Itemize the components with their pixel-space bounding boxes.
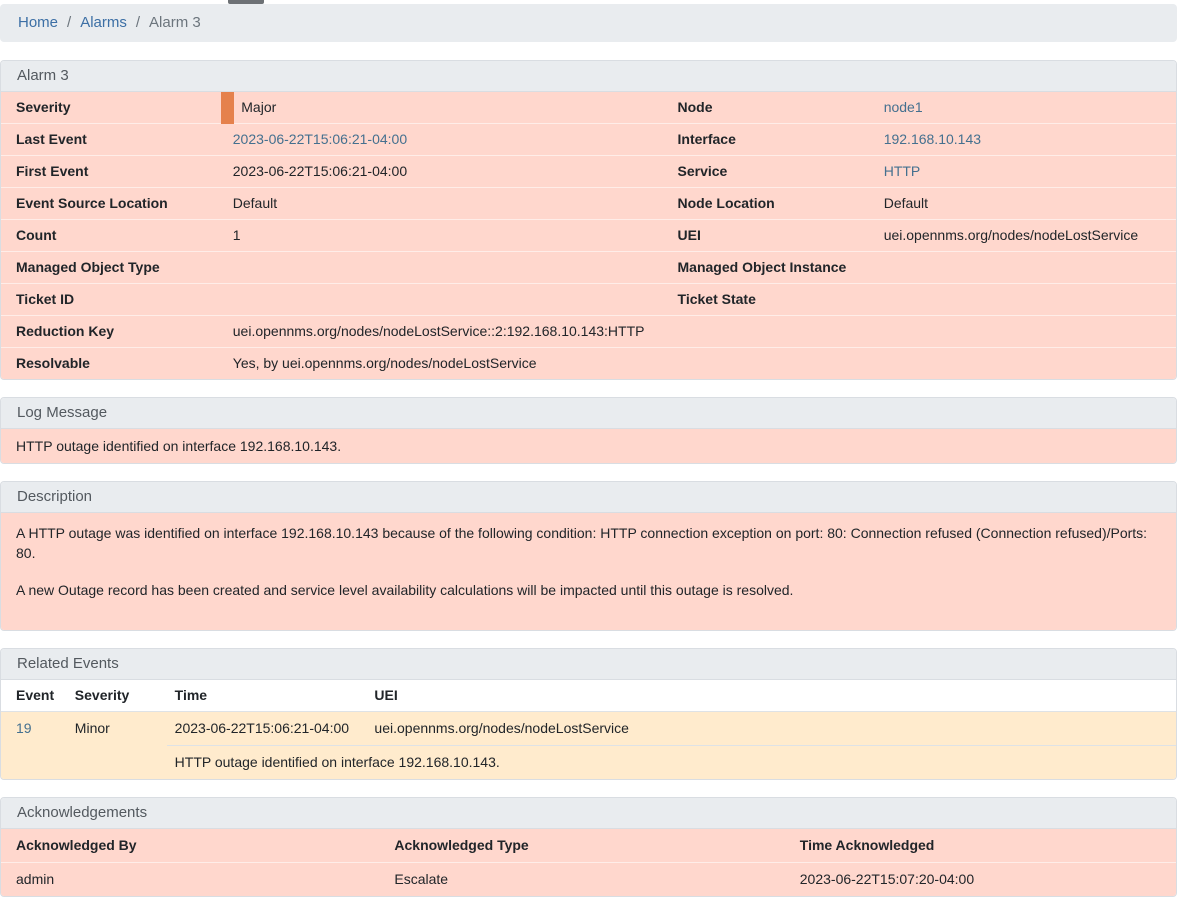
- breadcrumb-separator: /: [127, 13, 149, 33]
- table-row: Reduction Key uei.opennms.org/nodes/node…: [1, 316, 1176, 348]
- reduction-key-value: uei.opennms.org/nodes/nodeLostService::2…: [228, 316, 1176, 348]
- severity-column-header: Severity: [67, 680, 167, 712]
- table-row: Count 1 UEI uei.opennms.org/nodes/nodeLo…: [1, 220, 1176, 252]
- table-row: Severity Major Node node1: [1, 92, 1176, 124]
- node-link[interactable]: node1: [884, 99, 923, 115]
- managed-object-instance-value: [879, 252, 1176, 284]
- first-event-label: First Event: [1, 156, 228, 188]
- breadcrumb-home-link[interactable]: Home: [18, 13, 58, 33]
- breadcrumb-current: Alarm 3: [149, 13, 201, 33]
- table-row: First Event 2023-06-22T15:06:21-04:00 Se…: [1, 156, 1176, 188]
- time-acknowledged-column-header: Time Acknowledged: [792, 829, 1176, 863]
- node-label: Node: [663, 92, 879, 124]
- event-column-header: Event: [1, 680, 67, 712]
- count-value: 1: [228, 220, 663, 252]
- node-location-value: Default: [879, 188, 1176, 220]
- table-row: Managed Object Type Managed Object Insta…: [1, 252, 1176, 284]
- acknowledgements-table: Acknowledged By Acknowledged Type Time A…: [1, 829, 1176, 896]
- time-column-header: Time: [167, 680, 367, 712]
- interface-label: Interface: [663, 124, 879, 156]
- description-panel-title: Description: [1, 482, 1176, 513]
- resolvable-label: Resolvable: [1, 348, 228, 380]
- ticket-state-label: Ticket State: [663, 284, 879, 316]
- empty-cell: [1, 746, 167, 780]
- interface-link[interactable]: 192.168.10.143: [884, 131, 981, 147]
- managed-object-type-label: Managed Object Type: [1, 252, 228, 284]
- table-row: admin Escalate 2023-06-22T15:07:20-04:00: [1, 863, 1176, 897]
- event-source-location-label: Event Source Location: [1, 188, 228, 220]
- cutoff-navbar-artifact: [228, 0, 264, 4]
- breadcrumb: Home / Alarms / Alarm 3: [0, 4, 1177, 42]
- node-location-label: Node Location: [663, 188, 879, 220]
- last-event-link[interactable]: 2023-06-22T15:06:21-04:00: [233, 131, 407, 147]
- last-event-label: Last Event: [1, 124, 228, 156]
- time-acknowledged-value: 2023-06-22T15:07:20-04:00: [792, 863, 1176, 897]
- acknowledged-type-column-header: Acknowledged Type: [386, 829, 791, 863]
- log-message-text: HTTP outage identified on interface 192.…: [1, 429, 1176, 463]
- log-message-panel: Log Message HTTP outage identified on in…: [0, 397, 1177, 464]
- uei-value: uei.opennms.org/nodes/nodeLostService: [879, 220, 1176, 252]
- related-events-panel-title: Related Events: [1, 649, 1176, 680]
- table-row: Last Event 2023-06-22T15:06:21-04:00 Int…: [1, 124, 1176, 156]
- severity-label: Severity: [1, 92, 228, 124]
- acknowledged-by-value: admin: [1, 863, 386, 897]
- table-row: 19 Minor 2023-06-22T15:06:21-04:00 uei.o…: [1, 712, 1176, 746]
- table-header-row: Acknowledged By Acknowledged Type Time A…: [1, 829, 1176, 863]
- service-label: Service: [663, 156, 879, 188]
- acknowledged-by-column-header: Acknowledged By: [1, 829, 386, 863]
- related-events-panel: Related Events Event Severity Time UEI 1…: [0, 648, 1177, 780]
- managed-object-type-value: [228, 252, 663, 284]
- alarm-panel-title: Alarm 3: [1, 61, 1176, 92]
- description-body: A HTTP outage was identified on interfac…: [1, 513, 1176, 630]
- uei-column-header: UEI: [366, 680, 1176, 712]
- severity-value: Major: [228, 92, 663, 124]
- managed-object-instance-label: Managed Object Instance: [663, 252, 879, 284]
- event-uei: uei.opennms.org/nodes/nodeLostService: [366, 712, 1176, 746]
- breadcrumb-alarms-link[interactable]: Alarms: [80, 13, 127, 33]
- event-source-location-value: Default: [228, 188, 663, 220]
- acknowledgements-panel: Acknowledgements Acknowledged By Acknowl…: [0, 797, 1177, 897]
- first-event-value: 2023-06-22T15:06:21-04:00: [228, 156, 663, 188]
- table-row: Ticket ID Ticket State: [1, 284, 1176, 316]
- description-paragraph: A HTTP outage was identified on interfac…: [16, 523, 1161, 563]
- event-log-message: HTTP outage identified on interface 192.…: [167, 746, 1176, 780]
- description-paragraph: A new Outage record has been created and…: [16, 580, 1161, 600]
- ticket-id-value: [228, 284, 663, 316]
- service-link[interactable]: HTTP: [884, 163, 921, 179]
- related-events-table: Event Severity Time UEI 19 Minor 2023-06…: [1, 680, 1176, 779]
- table-row: Event Source Location Default Node Locat…: [1, 188, 1176, 220]
- breadcrumb-separator: /: [58, 13, 80, 33]
- log-message-panel-title: Log Message: [1, 398, 1176, 429]
- ticket-id-label: Ticket ID: [1, 284, 228, 316]
- event-severity: Minor: [67, 712, 167, 746]
- count-label: Count: [1, 220, 228, 252]
- acknowledged-type-value: Escalate: [386, 863, 791, 897]
- event-id-link[interactable]: 19: [16, 720, 32, 736]
- table-row: HTTP outage identified on interface 192.…: [1, 746, 1176, 780]
- alarm-detail-panel: Alarm 3 Severity Major Node node1 Last E…: [0, 60, 1177, 380]
- uei-label: UEI: [663, 220, 879, 252]
- reduction-key-label: Reduction Key: [1, 316, 228, 348]
- event-time: 2023-06-22T15:06:21-04:00: [167, 712, 367, 746]
- resolvable-value: Yes, by uei.opennms.org/nodes/nodeLostSe…: [228, 348, 1176, 380]
- alarm-detail-table: Severity Major Node node1 Last Event 202…: [1, 92, 1176, 379]
- acknowledgements-panel-title: Acknowledgements: [1, 798, 1176, 829]
- ticket-state-value: [879, 284, 1176, 316]
- description-panel: Description A HTTP outage was identified…: [0, 481, 1177, 631]
- table-row: Resolvable Yes, by uei.opennms.org/nodes…: [1, 348, 1176, 380]
- table-header-row: Event Severity Time UEI: [1, 680, 1176, 712]
